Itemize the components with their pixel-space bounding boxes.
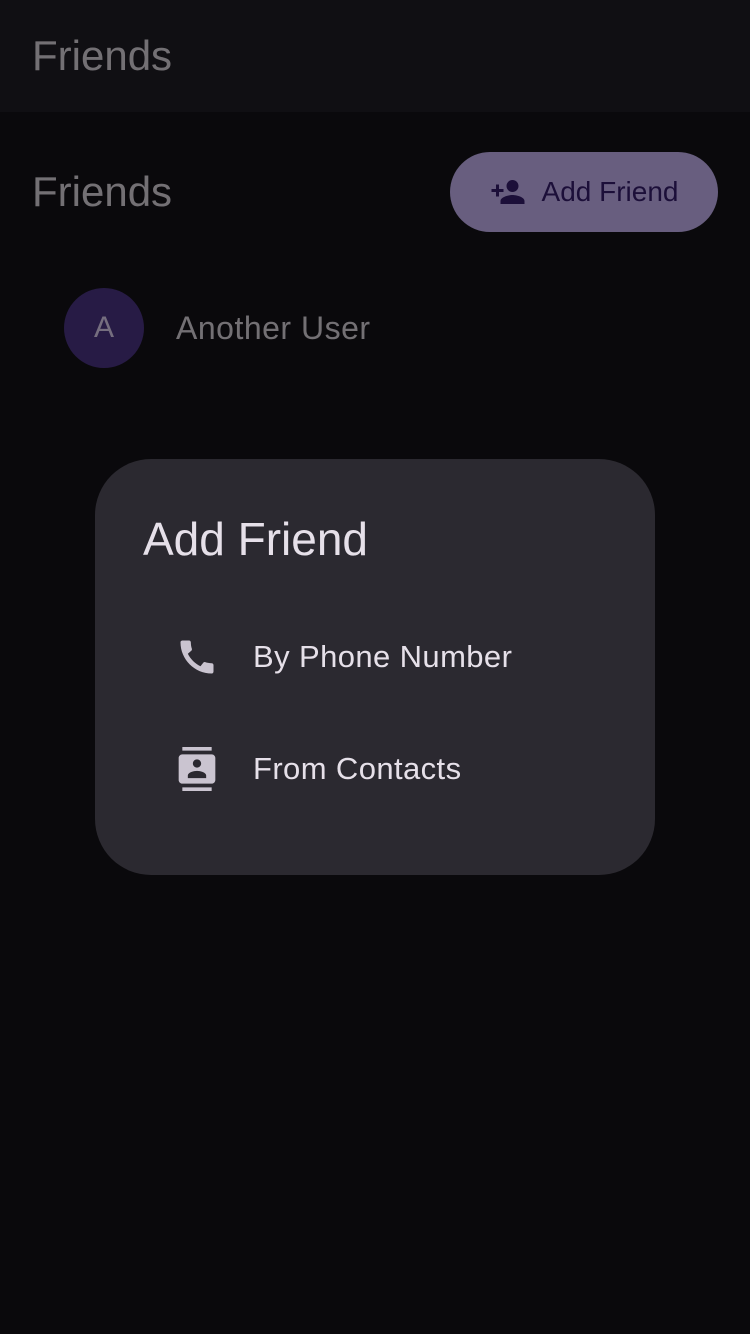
contacts-icon xyxy=(175,747,219,791)
dialog-title: Add Friend xyxy=(143,513,369,565)
from-contacts-option[interactable]: From Contacts xyxy=(143,713,607,825)
phone-icon xyxy=(175,635,219,679)
dialog-options-list: By Phone Number From Contacts xyxy=(143,601,607,825)
add-friend-dialog: Add Friend By Phone Number From Contacts xyxy=(95,459,655,875)
from-contacts-label: From Contacts xyxy=(253,751,462,786)
by-phone-number-label: By Phone Number xyxy=(253,639,513,674)
friends-screen: Friends Friends Add Friend A Another Use… xyxy=(0,0,750,1334)
by-phone-number-option[interactable]: By Phone Number xyxy=(143,601,607,713)
